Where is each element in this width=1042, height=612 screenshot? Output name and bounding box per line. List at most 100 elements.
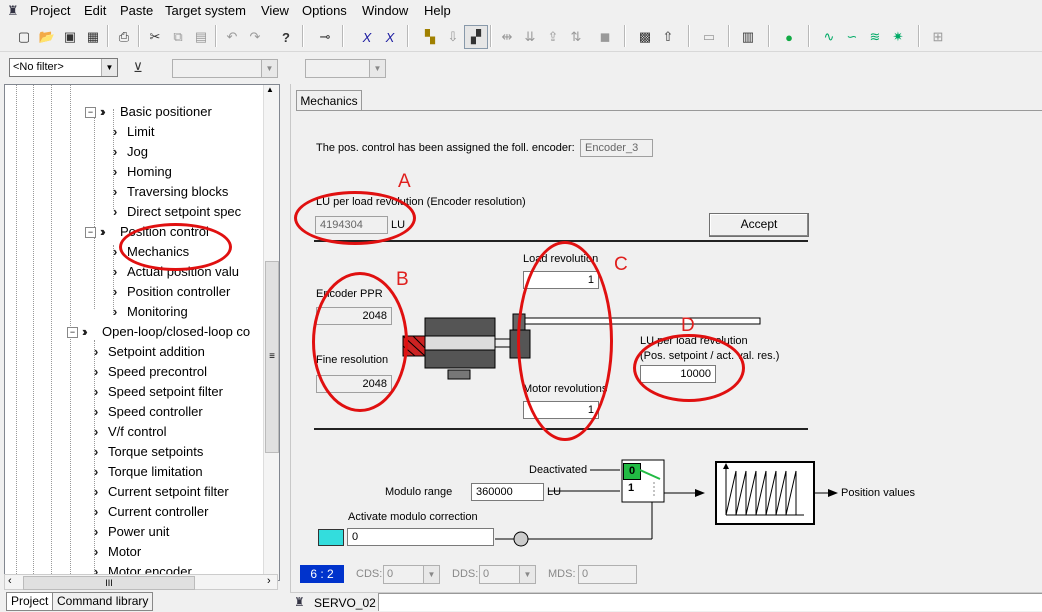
tree-item[interactable]: › Direct setpoint spec xyxy=(113,202,241,222)
chevron-right-icon: › xyxy=(94,444,99,459)
toolbar-combo-1[interactable]: ▼ xyxy=(172,59,278,78)
modulo-connector-icon[interactable] xyxy=(318,529,344,546)
tree-item[interactable]: › Setpoint addition xyxy=(94,342,205,362)
chevron-right-icon: › xyxy=(94,404,99,419)
save-icon[interactable]: ▣ xyxy=(58,25,82,49)
upload-icon[interactable]: ⇪ xyxy=(541,25,565,49)
filter-icon[interactable]: ⊻ xyxy=(126,56,150,80)
tab-project[interactable]: Project xyxy=(6,592,54,611)
device-icon[interactable]: ▥ xyxy=(736,25,760,49)
tree-vertical-scrollbar[interactable]: ▲ ≡ xyxy=(263,85,279,580)
tree-item[interactable]: › V/f control xyxy=(94,422,167,442)
tab-command-library[interactable]: Command library xyxy=(52,592,154,611)
scroll-up-icon[interactable]: ▲ xyxy=(266,85,274,94)
filter-select[interactable]: <No filter> ▼ xyxy=(9,58,118,77)
menu-window[interactable]: Window xyxy=(362,3,408,18)
activate-modulo-input[interactable]: 0 xyxy=(347,528,494,546)
toolbar-combo-2[interactable]: ▼ xyxy=(305,59,386,78)
ram-rom-icon[interactable]: ◼ xyxy=(593,25,617,49)
dds-select[interactable]: 0 ▼ xyxy=(479,565,536,584)
open-icon[interactable]: 📂 xyxy=(35,25,59,49)
tab-mechanics[interactable]: Mechanics xyxy=(296,90,362,111)
tree-item[interactable]: › Speed precontrol xyxy=(94,362,207,382)
tree-item[interactable]: › Speed setpoint filter xyxy=(94,382,223,402)
expert-list-icon[interactable]: X xyxy=(355,25,379,49)
tree-item[interactable]: › Motor xyxy=(94,542,141,562)
h-scroll-thumb[interactable]: III xyxy=(23,576,195,590)
collapse-icon[interactable]: − xyxy=(85,107,96,118)
function-gen-icon[interactable]: ∽ xyxy=(840,25,864,49)
tree-item[interactable]: › Traversing blocks xyxy=(113,182,228,202)
tree-item[interactable]: − ›› Open-loop/closed-loop co xyxy=(67,322,250,342)
tree-scroll-thumb[interactable]: ≡ xyxy=(265,261,279,453)
download-icon[interactable]: ⇩ xyxy=(441,25,465,49)
menu-project[interactable]: Project xyxy=(30,3,70,18)
cut-icon[interactable]: ✂ xyxy=(143,25,167,49)
annotation-ellipse-c xyxy=(517,241,613,441)
menu-bar: ♜ Project Edit Paste Target system View … xyxy=(0,0,1042,21)
tree-item[interactable]: − ›› Basic positioner xyxy=(85,102,212,122)
menu-edit[interactable]: Edit xyxy=(84,3,106,18)
tree-item[interactable]: › Torque limitation xyxy=(94,462,203,482)
network-icon[interactable]: ⊞ xyxy=(926,25,950,49)
load-pg-icon[interactable]: ⇊ xyxy=(518,25,542,49)
signal-node xyxy=(513,531,529,547)
tree-item[interactable]: › Position controller xyxy=(113,282,230,302)
encoder-assigned-label: The pos. control has been assigned the f… xyxy=(316,142,575,154)
tree-horizontal-scrollbar[interactable]: ‹ III › xyxy=(4,574,278,590)
tree-item-label: Speed precontrol xyxy=(108,364,208,379)
menu-paste[interactable]: Paste xyxy=(120,3,153,18)
switch-lever xyxy=(640,469,661,498)
tree-item[interactable]: › Torque setpoints xyxy=(94,442,203,462)
tree-item[interactable]: › Limit xyxy=(113,122,154,142)
tree-item[interactable]: › Current setpoint filter xyxy=(94,482,229,502)
print-icon[interactable]: ⎙ xyxy=(112,25,136,49)
help-context-icon[interactable]: ? xyxy=(274,25,298,49)
save-compile-icon[interactable]: ▦ xyxy=(81,25,105,49)
switch-state-0[interactable]: 0 xyxy=(623,463,641,480)
scope-icon[interactable]: ✷ xyxy=(886,25,910,49)
toggle-icon[interactable]: ▞ xyxy=(464,25,488,49)
position-values-label: Position values xyxy=(841,487,915,499)
measurement-icon[interactable]: ≋ xyxy=(863,25,887,49)
tree-item-label: Current setpoint filter xyxy=(108,484,229,499)
window-icon[interactable]: ▭ xyxy=(697,25,721,49)
menu-options[interactable]: Options xyxy=(302,3,347,18)
chevron-down-icon: ▼ xyxy=(423,566,439,583)
export-icon[interactable]: ⇧ xyxy=(656,25,680,49)
tree-item[interactable]: › Speed controller xyxy=(94,402,203,422)
collapse-icon[interactable]: − xyxy=(67,327,78,338)
cds-select[interactable]: 0 ▼ xyxy=(383,565,440,584)
menu-help[interactable]: Help xyxy=(424,3,451,18)
collapse-icon[interactable]: − xyxy=(85,227,96,238)
menu-view[interactable]: View xyxy=(261,3,289,18)
tree-item[interactable]: › Current controller xyxy=(94,502,208,522)
expert-list-2-icon[interactable]: X xyxy=(378,25,402,49)
trace-icon[interactable]: ∿ xyxy=(817,25,841,49)
diagnostics-icon[interactable]: ● xyxy=(777,25,801,49)
undo-icon[interactable]: ↶ xyxy=(220,25,244,49)
copy-icon[interactable]: ⧉ xyxy=(166,25,190,49)
accept-button[interactable]: Accept xyxy=(709,213,809,237)
new-icon[interactable]: ▢ xyxy=(12,25,36,49)
grid-icon[interactable]: ▩ xyxy=(633,25,657,49)
menu-target-system[interactable]: Target system xyxy=(165,3,246,18)
device-name[interactable]: SERVO_02 xyxy=(314,596,376,610)
arrows-icon[interactable]: ⇹ xyxy=(495,25,519,49)
scroll-left-icon[interactable]: ‹ xyxy=(8,575,12,587)
cds-label: CDS: xyxy=(356,568,383,580)
connect-icon[interactable]: ⊸ xyxy=(313,25,337,49)
redo-icon[interactable]: ↷ xyxy=(243,25,267,49)
chevron-right-icon: › xyxy=(113,164,118,179)
compare-icon[interactable]: ⇅ xyxy=(564,25,588,49)
tree-item[interactable]: › Power unit xyxy=(94,522,169,542)
tree-item-label: Traversing blocks xyxy=(127,184,229,199)
encoder-field: Encoder_3 xyxy=(580,139,653,157)
tree-item[interactable]: › Monitoring xyxy=(113,302,188,322)
chevron-right-icon: › xyxy=(113,124,118,139)
tree-item[interactable]: › Homing xyxy=(113,162,172,182)
scroll-right-icon[interactable]: › xyxy=(267,575,271,587)
tree-item[interactable]: › Jog xyxy=(113,142,148,162)
online-icon[interactable]: ▚ xyxy=(418,25,442,49)
paste-icon[interactable]: ▤ xyxy=(189,25,213,49)
